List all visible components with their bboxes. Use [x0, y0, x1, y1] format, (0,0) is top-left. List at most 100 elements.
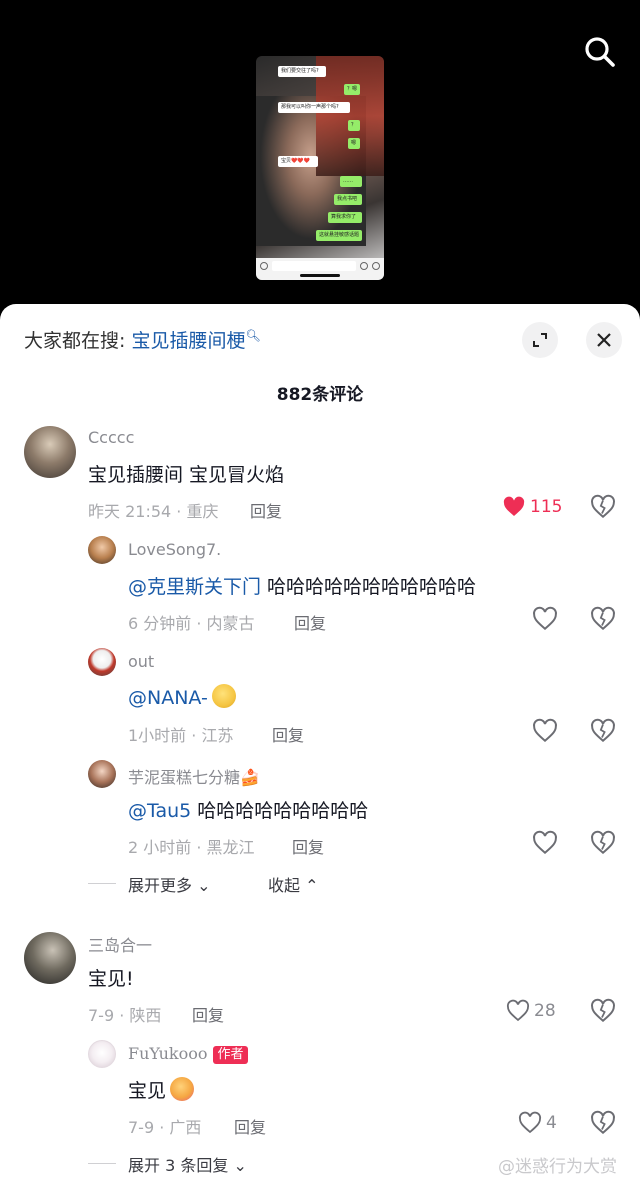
smirk-emoji-icon — [211, 684, 236, 708]
dislike-button[interactable] — [590, 830, 616, 856]
reply-meta: 6 分钟前 · 内蒙古 — [128, 614, 255, 633]
comment-text: 宝见! — [88, 968, 134, 990]
expand-icon — [533, 333, 547, 347]
author-badge: 作者 — [213, 1046, 248, 1064]
chat-bubble: ？嗯 — [344, 84, 360, 95]
like-count: 28 — [534, 1001, 556, 1021]
reply-meta: 2 小时前 · 黑龙江 — [128, 838, 255, 857]
chat-bubble: ？ — [348, 120, 360, 131]
close-button[interactable] — [586, 322, 622, 358]
hot-search-label: 大家都在搜: — [24, 330, 126, 352]
divider — [88, 883, 116, 884]
plus-icon — [372, 262, 380, 270]
heart-outline-icon — [518, 1111, 542, 1134]
comment-count: 882条评论 — [276, 385, 364, 405]
reply-button[interactable]: 回复 — [234, 1114, 266, 1138]
close-icon — [597, 333, 611, 347]
chat-bubble: 宝贝❤️❤️❤️ — [278, 156, 318, 167]
reply-button[interactable]: 回复 — [272, 722, 304, 746]
avatar[interactable] — [88, 760, 116, 788]
video-player[interactable]: 我们要交往了吗? ？嗯 那我可以叫你一声那个吗? ？ 嗯 宝贝❤️❤️❤️ ……… — [0, 0, 640, 312]
avatar[interactable] — [88, 648, 116, 676]
heart-outline-icon — [533, 830, 557, 855]
mention-link[interactable]: @克里斯关下门 — [128, 576, 261, 598]
comment-username[interactable]: 三岛合一 — [88, 932, 152, 956]
mention-link[interactable]: @NANA- — [128, 687, 208, 709]
avatar[interactable] — [88, 536, 116, 564]
comment-username[interactable]: Ccccc — [88, 428, 134, 447]
heart-outline-icon — [533, 606, 557, 631]
reply-text: @克里斯关下门 哈哈哈哈哈哈哈哈哈哈哈 — [128, 576, 477, 598]
dislike-button[interactable] — [590, 606, 616, 632]
dislike-button[interactable] — [590, 718, 616, 744]
like-count: 115 — [530, 497, 563, 517]
hot-search[interactable]: 大家都在搜: 宝见插腰间梗🔍︎ — [24, 326, 261, 353]
reply-button[interactable]: 回复 — [192, 1002, 224, 1026]
chat-bubble: 我点书吧 — [334, 194, 362, 205]
kiss-emoji-icon — [170, 1077, 195, 1101]
search-small-icon: 🔍︎ — [245, 328, 261, 343]
chat-bubble: …… — [340, 176, 362, 187]
heart-filled-icon — [503, 496, 525, 516]
like-button[interactable] — [532, 718, 558, 744]
avatar[interactable] — [24, 932, 76, 984]
reply-text: @Tau5 哈哈哈哈哈哈哈哈哈 — [128, 800, 369, 822]
reply-text: @NANA- — [128, 684, 236, 709]
voice-icon — [260, 262, 268, 270]
watermark: @迷惑行为大赏 — [498, 1157, 617, 1177]
heart-outline-icon — [506, 999, 530, 1022]
reply-username[interactable]: FuYukooo 作者 — [128, 1044, 248, 1064]
like-button[interactable] — [532, 606, 558, 632]
like-button[interactable]: 4 — [518, 1110, 557, 1136]
like-button[interactable] — [532, 830, 558, 856]
like-count: 4 — [546, 1113, 557, 1133]
dislike-button[interactable] — [590, 998, 616, 1024]
chat-bubble: 那我可以叫你一声那个吗? — [278, 102, 350, 113]
dislike-button[interactable] — [590, 494, 616, 520]
hot-search-keyword[interactable]: 宝见插腰间梗 — [131, 330, 245, 352]
chevron-down-icon: ⌄ — [197, 876, 211, 895]
chat-bubble: 我们要交往了吗? — [278, 66, 326, 77]
like-button[interactable]: 115 — [502, 494, 562, 520]
broken-heart-icon — [591, 1110, 615, 1135]
video-frame: 我们要交往了吗? ？嗯 那我可以叫你一声那个吗? ？ 嗯 宝贝❤️❤️❤️ ……… — [256, 56, 384, 280]
comment-meta: 昨天 21:54 · 重庆 — [88, 502, 219, 521]
avatar[interactable] — [24, 426, 76, 478]
like-button[interactable]: 28 — [506, 998, 556, 1024]
chat-input-bar — [256, 258, 384, 280]
mention-link[interactable]: @Tau5 — [128, 800, 191, 822]
broken-heart-icon — [591, 998, 615, 1023]
reply-text: 宝见 — [128, 1076, 195, 1103]
comment-meta: 7-9 · 陕西 — [88, 1006, 162, 1025]
collapse-button[interactable]: 收起 ⌃ — [268, 872, 319, 896]
broken-heart-icon — [591, 718, 615, 743]
broken-heart-icon — [591, 494, 615, 519]
dislike-button[interactable] — [590, 1110, 616, 1136]
chat-bubble: 算我求你了 — [328, 212, 362, 223]
broken-heart-icon — [591, 606, 615, 631]
avatar[interactable] — [88, 1040, 116, 1068]
chevron-up-icon: ⌃ — [305, 876, 319, 895]
chat-bubble: 这就悬挂敏感话题 — [316, 230, 362, 241]
reply-username[interactable]: out — [128, 652, 154, 671]
comment-panel: 大家都在搜: 宝见插腰间梗🔍︎ 882条评论 Ccccc 宝见插腰间 宝见冒火焰… — [0, 304, 640, 1184]
comment-text: 宝见插腰间 宝见冒火焰 — [88, 464, 285, 486]
emoji-icon — [360, 262, 368, 270]
reply-button[interactable]: 回复 — [250, 498, 282, 522]
reply-username[interactable]: LoveSong7. — [128, 540, 221, 559]
reply-meta: 1小时前 · 江苏 — [128, 726, 234, 745]
reply-username[interactable]: 芋泥蛋糕七分糖🍰 — [128, 764, 260, 788]
chat-bubble: 嗯 — [348, 138, 360, 149]
reply-meta: 7-9 · 广西 — [128, 1118, 202, 1137]
chevron-down-icon: ⌄ — [233, 1156, 247, 1175]
search-button[interactable] — [580, 32, 620, 72]
reply-button[interactable]: 回复 — [292, 834, 324, 858]
broken-heart-icon — [591, 830, 615, 855]
expand-replies-button[interactable]: 展开 3 条回复 ⌄ — [128, 1152, 247, 1176]
search-icon — [585, 37, 615, 67]
expand-more-button[interactable]: 展开更多 ⌄ — [128, 872, 211, 896]
divider — [88, 1163, 116, 1164]
expand-panel-button[interactable] — [522, 322, 558, 358]
heart-outline-icon — [533, 718, 557, 743]
reply-button[interactable]: 回复 — [294, 610, 326, 634]
